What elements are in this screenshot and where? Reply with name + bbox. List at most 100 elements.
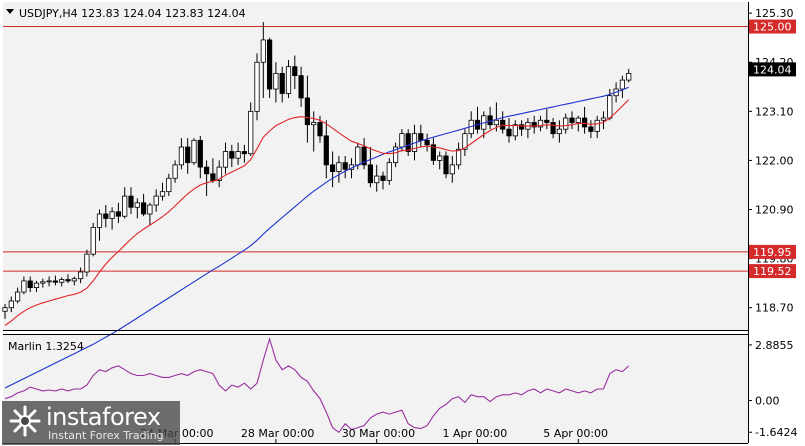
candle-body bbox=[550, 122, 556, 135]
candle bbox=[254, 53, 260, 121]
candle-body bbox=[455, 148, 462, 166]
instaforex-logo-icon bbox=[9, 405, 41, 437]
candle-body bbox=[248, 110, 254, 155]
y-tick-label: 123.10 bbox=[755, 105, 794, 118]
candle-body bbox=[317, 122, 323, 137]
y-tick-label: 122.00 bbox=[755, 154, 794, 167]
candle-body bbox=[512, 124, 518, 137]
candle-body bbox=[506, 128, 512, 137]
candle-body bbox=[380, 175, 386, 181]
level-price-label: 125.00 bbox=[753, 21, 792, 34]
y-tick-label: 118.70 bbox=[755, 302, 794, 315]
candle-body bbox=[600, 117, 607, 121]
candle-body bbox=[128, 195, 134, 208]
candle-body bbox=[386, 162, 392, 181]
candle-body bbox=[153, 195, 159, 206]
candle-body bbox=[355, 146, 361, 166]
candle-body bbox=[103, 213, 109, 219]
candle-body bbox=[298, 75, 304, 99]
candle-body bbox=[33, 282, 40, 289]
candle-body bbox=[569, 117, 575, 123]
watermark-tagline: Instant Forex Trading bbox=[48, 429, 164, 442]
candle-body bbox=[122, 195, 128, 217]
candle-body bbox=[96, 213, 103, 228]
candle-body bbox=[172, 164, 178, 179]
indicator-label: Marlin 1.3254 bbox=[8, 340, 84, 353]
candle-body bbox=[178, 146, 184, 166]
candle-body bbox=[405, 133, 411, 152]
candle-body bbox=[273, 73, 279, 90]
candle-body bbox=[197, 139, 203, 168]
current-price-label: 124.04 bbox=[753, 63, 792, 76]
candle-body bbox=[449, 164, 455, 175]
candle-body bbox=[443, 155, 449, 175]
chart-canvas: 125.30124.20123.10122.00120.90119.80118.… bbox=[0, 0, 805, 446]
candle-body bbox=[399, 133, 405, 148]
x-tick-label: 28 Mar 00:00 bbox=[241, 427, 314, 440]
x-tick-label: 5 Apr 00:00 bbox=[543, 427, 608, 440]
candle-body bbox=[367, 164, 374, 184]
candle-body bbox=[52, 280, 59, 283]
candle-body bbox=[336, 162, 342, 172]
candle-body bbox=[2, 307, 8, 312]
level-price-label: 119.95 bbox=[753, 246, 792, 259]
candle-body bbox=[71, 278, 77, 282]
candle-body bbox=[229, 151, 235, 159]
indicator-y-tick-label: 0.00 bbox=[755, 395, 780, 408]
candle-body bbox=[166, 177, 172, 193]
candle-body bbox=[582, 117, 588, 128]
candle-body bbox=[210, 173, 216, 181]
candle-body bbox=[46, 280, 52, 283]
candle-body bbox=[134, 202, 140, 208]
candle-body bbox=[342, 162, 348, 170]
candle-body bbox=[323, 135, 329, 166]
candle bbox=[90, 222, 96, 257]
candle-body bbox=[115, 211, 121, 217]
candle-body bbox=[8, 300, 14, 309]
candle-body bbox=[159, 191, 166, 197]
candle-body bbox=[519, 124, 525, 130]
candle bbox=[266, 37, 273, 98]
candle-body bbox=[140, 202, 147, 215]
candle-body bbox=[493, 119, 500, 126]
candle-body bbox=[84, 253, 90, 273]
candle-body bbox=[292, 66, 298, 77]
candle-body bbox=[78, 271, 84, 280]
candle-body bbox=[556, 128, 563, 135]
candle-body bbox=[607, 95, 613, 119]
candle-body bbox=[266, 39, 273, 90]
y-tick-label: 120.90 bbox=[755, 204, 794, 217]
candle-body bbox=[279, 73, 285, 94]
candle-body bbox=[241, 151, 247, 155]
candle-body bbox=[424, 139, 430, 146]
candle-body bbox=[563, 117, 569, 130]
candle-body bbox=[329, 164, 336, 172]
candle-body bbox=[437, 155, 443, 161]
candle-body bbox=[418, 133, 424, 141]
candle-body bbox=[285, 66, 292, 94]
watermark-name: instaforex bbox=[46, 403, 161, 431]
candle-body bbox=[203, 166, 210, 175]
indicator-y-tick-label: -1.6424 bbox=[755, 426, 797, 439]
candle-body bbox=[27, 280, 33, 289]
candle-body bbox=[109, 211, 115, 219]
candle-body bbox=[90, 226, 96, 255]
candle-body bbox=[59, 279, 65, 283]
candle-body bbox=[588, 126, 594, 132]
y-tick-label: 125.30 bbox=[755, 7, 794, 20]
symbol-header: USDJPY,H4 123.83 124.04 123.83 124.04 bbox=[19, 7, 246, 20]
candle-body bbox=[191, 139, 197, 164]
candle-body bbox=[65, 279, 71, 282]
candle-body bbox=[575, 117, 581, 123]
candle-body bbox=[21, 280, 27, 293]
candle-body bbox=[185, 146, 191, 164]
candle-body bbox=[14, 291, 21, 302]
level-price-label: 119.52 bbox=[753, 265, 792, 278]
candle-body bbox=[260, 39, 266, 63]
x-tick-label: 30 Mar 00:00 bbox=[342, 427, 415, 440]
watermark: instaforex Instant Forex Trading bbox=[2, 401, 180, 445]
candle-body bbox=[254, 61, 260, 112]
candle-body bbox=[147, 204, 153, 215]
candle-body bbox=[619, 79, 626, 90]
candle-body bbox=[626, 73, 632, 81]
